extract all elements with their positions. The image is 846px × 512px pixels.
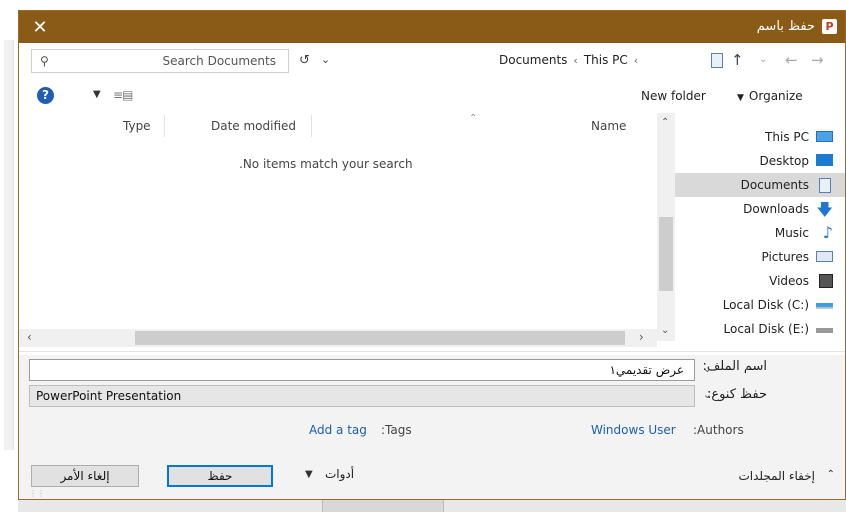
documents-icon (819, 178, 831, 193)
refresh-icon[interactable]: ↺ (299, 53, 310, 68)
empty-message: .No items match your search (239, 157, 413, 171)
column-header-date-modified[interactable]: Date modified (211, 119, 296, 133)
nav-item-desktop[interactable]: Desktop (675, 149, 845, 173)
nav-item-videos[interactable]: Videos (675, 269, 845, 293)
author-link[interactable]: Windows User (591, 423, 676, 437)
nav-item-this-pc[interactable]: This PC (675, 125, 845, 149)
breadcrumb-separator[interactable]: ‹ (634, 54, 638, 67)
breadcrumb-documents[interactable]: Documents (499, 53, 567, 67)
navigation-pane: This PC Desktop Documents Downloads 🡇 Mu… (675, 113, 845, 349)
tools-button[interactable]: أدوات (325, 467, 354, 481)
metadata-row: Add a tag :Tags Windows User :Authors (19, 415, 845, 445)
nav-item-pictures[interactable]: Pictures (675, 245, 845, 269)
nav-item-downloads[interactable]: Downloads 🡇 (675, 197, 845, 221)
address-row: ⚲ Search Documents ↺ ⌄ Documents ‹ This PC… (19, 49, 845, 77)
computer-icon (816, 131, 833, 142)
close-button[interactable]: ✕ (19, 11, 61, 43)
view-options-caret-icon[interactable]: ▼ (93, 89, 101, 100)
nav-item-label: Local Disk (C:) (722, 298, 809, 312)
tags-label: :Tags (381, 423, 412, 437)
nav-item-documents[interactable]: Documents (675, 173, 845, 197)
horizontal-scroll-thumb[interactable] (135, 331, 625, 345)
nav-item-label: Videos (769, 274, 809, 288)
column-divider[interactable] (311, 115, 312, 137)
pictures-icon (816, 251, 833, 262)
resize-grip-icon[interactable]: ⋮⋮ (29, 489, 45, 498)
filename-label: اسم الملف: (702, 359, 767, 374)
save-as-dialog: ✕ حفظ باسم P ⚲ Search Documents ↺ ⌄ Docu… (18, 10, 846, 500)
filename-chevron-down-icon[interactable]: ⌄ (703, 362, 712, 375)
toolbar: ? ▼ ≡▤ New folder ▼ Organize (19, 85, 845, 109)
cancel-button[interactable]: إلغاء الأمر (31, 465, 139, 487)
details-view-icon[interactable]: ≡▤ (113, 88, 133, 102)
nav-item-label: This PC (765, 130, 809, 144)
organize-button[interactable]: ▼ Organize (737, 89, 803, 103)
search-icon: ⚲ (40, 54, 49, 68)
recent-locations-chevron-icon[interactable]: ⌄ (759, 54, 767, 65)
divider (19, 351, 845, 352)
save-button[interactable]: حفظ (167, 465, 273, 487)
vertical-scrollbar[interactable]: ⌃ ⌄ (657, 113, 675, 341)
filename-field[interactable]: عرض تقديمي١ ⌄ (29, 359, 712, 381)
scroll-right-icon[interactable]: › (639, 330, 644, 344)
powerpoint-app-icon: P (822, 19, 837, 34)
nav-item-label: Desktop (759, 154, 810, 168)
documents-location-icon (711, 53, 723, 68)
hide-folders-button[interactable]: إخفاء المجلدات (738, 469, 815, 483)
file-list[interactable]: Type Date modified ⌃ Name .No items matc… (19, 113, 675, 341)
authors-label: :Authors (693, 423, 744, 437)
filename-value: عرض تقديمي١ (609, 363, 684, 377)
desktop-icon (816, 154, 833, 166)
organize-caret-icon: ▼ (737, 93, 744, 103)
horizontal-scrollbar[interactable]: ‹ › (19, 329, 657, 347)
tools-caret-icon[interactable]: ▼ (305, 469, 313, 480)
new-folder-button[interactable]: New folder (641, 89, 706, 103)
file-form: اسم الملف: عرض تقديمي١ ⌄ حفظ كنوع: Power… (19, 355, 845, 415)
nav-item-label: Local Disk (E:) (723, 322, 810, 336)
drive-c-icon (816, 303, 833, 309)
background-left (0, 0, 18, 512)
help-icon[interactable]: ? (37, 87, 54, 104)
back-arrow-icon[interactable]: ← (785, 51, 798, 69)
title-bar: ✕ حفظ باسم P (19, 11, 845, 43)
background-window-edge (4, 40, 14, 450)
scroll-down-icon[interactable]: ⌄ (661, 325, 669, 336)
sort-caret-icon: ⌃ (469, 113, 478, 124)
up-arrow-icon[interactable]: ↑ (731, 51, 744, 69)
nav-item-label: Music (774, 226, 809, 240)
search-placeholder: Search Documents (162, 54, 276, 68)
breadcrumb-this-pc[interactable]: This PC (584, 53, 628, 67)
chevron-down-icon[interactable]: ⌄ (321, 53, 330, 66)
column-header-name[interactable]: Name (591, 119, 626, 133)
scroll-left-icon[interactable]: ‹ (27, 330, 32, 344)
background-taskbar-segment (322, 500, 444, 512)
button-row: إلغاء الأمر حفظ ▼ أدوات إخفاء المجلدات ⌃… (19, 445, 845, 499)
vertical-scroll-thumb[interactable] (659, 217, 673, 291)
column-header-type[interactable]: Type (123, 119, 151, 133)
add-tag-link[interactable]: Add a tag (309, 423, 367, 437)
nav-item-label: Downloads (743, 202, 809, 216)
nav-item-label: Pictures (761, 250, 809, 264)
chevron-up-icon[interactable]: ⌃ (827, 469, 835, 480)
save-as-type-value: PowerPoint Presentation (36, 389, 182, 403)
organize-label: Organize (748, 89, 803, 103)
videos-icon (819, 274, 833, 288)
search-input[interactable]: ⚲ Search Documents (31, 49, 289, 73)
nav-item-music[interactable]: Music ♪ (675, 221, 845, 245)
nav-item-label: Documents (740, 178, 809, 192)
drive-e-icon (816, 328, 833, 333)
save-as-type-chevron-down-icon[interactable]: ⌄ (703, 388, 712, 401)
save-as-type-select[interactable]: PowerPoint Presentation ⌄ (29, 385, 712, 407)
column-divider[interactable] (164, 115, 165, 137)
nav-item-local-disk-c[interactable]: Local Disk (C:) (675, 293, 845, 317)
scroll-up-icon[interactable]: ⌃ (661, 117, 669, 128)
window-title: حفظ باسم (756, 19, 815, 34)
save-as-type-label: حفظ كنوع: (706, 387, 767, 402)
breadcrumb-separator[interactable]: ‹ (573, 54, 577, 67)
breadcrumb: Documents ‹ This PC ‹ (499, 53, 644, 67)
nav-item-local-disk-e[interactable]: Local Disk (E:) (675, 317, 845, 341)
music-icon: ♪ (822, 223, 833, 242)
forward-arrow-icon[interactable]: → (811, 51, 824, 69)
